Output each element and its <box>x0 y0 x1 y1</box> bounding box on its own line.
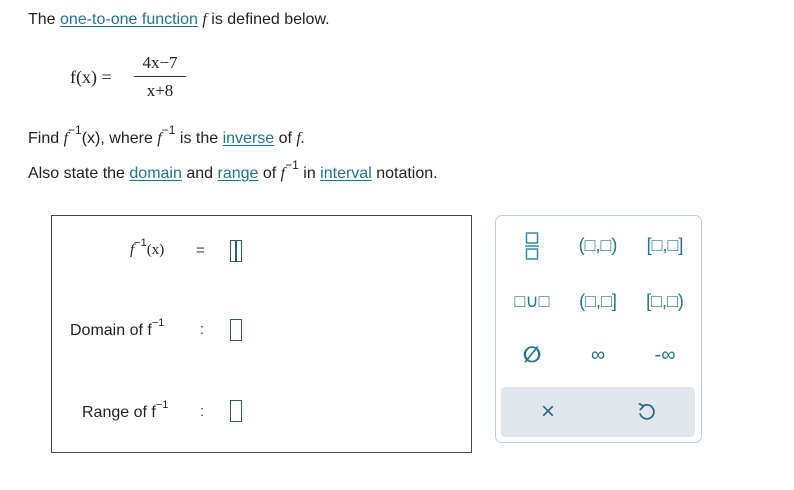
undo-icon <box>638 402 655 420</box>
also-line: Also state the domain and range of f−1 i… <box>28 158 438 184</box>
range-colon: : <box>200 403 205 420</box>
of2-text: of <box>262 165 277 182</box>
of2-sup: −1 <box>285 158 299 172</box>
union-button[interactable]: □∪□ <box>508 286 556 316</box>
interval-link[interactable]: interval <box>320 165 372 182</box>
range-link[interactable]: range <box>218 165 259 182</box>
domain-label-wrap: Domain of f−1 <box>70 317 164 342</box>
range-input[interactable] <box>230 400 242 422</box>
intro-rest: is defined below. <box>211 11 330 28</box>
intro-f: f <box>202 11 207 28</box>
range-label-wrap: Range of f−1 <box>82 399 168 424</box>
find-line: Find f−1(x), where f−1 is the inverse of… <box>28 123 305 149</box>
also-text: Also state the <box>28 165 125 182</box>
closed-open-interval-button[interactable]: [□,□) <box>640 286 690 316</box>
fraction-denominator: x+8 <box>146 81 174 100</box>
and-text: and <box>186 165 214 182</box>
find-text: Find <box>28 130 60 147</box>
domain-colon: : <box>200 321 205 338</box>
inverse-label-sup: −1 <box>134 237 147 249</box>
where-sup: −1 <box>161 123 176 137</box>
empty-set-button[interactable]: ∅ <box>512 340 552 370</box>
of-text: of <box>278 130 292 147</box>
find-sup: −1 <box>68 123 82 137</box>
clear-button[interactable]: × <box>530 397 566 427</box>
notation-text: notation. <box>376 165 438 182</box>
closed-closed-interval-button[interactable]: [□,□] <box>640 230 690 260</box>
range-label: Range of f <box>82 404 156 421</box>
domain-input[interactable] <box>230 319 242 341</box>
fraction-button[interactable] <box>512 228 552 262</box>
fx-label: f(x) = <box>70 67 112 87</box>
inverse-link[interactable]: inverse <box>223 130 275 147</box>
open-open-interval-button[interactable]: (□,□) <box>572 230 624 260</box>
domain-link[interactable]: domain <box>129 165 181 182</box>
intro-the: The <box>28 11 56 28</box>
find-arg: (x), where <box>81 130 153 147</box>
inverse-label-arg: (x) <box>146 242 165 258</box>
domain-sup: −1 <box>151 317 165 329</box>
of-f: f. <box>296 130 305 147</box>
neg-infinity-button[interactable]: -∞ <box>642 340 688 370</box>
fraction-numerator: 4x−7 <box>142 53 178 72</box>
in-text: in <box>303 165 316 182</box>
where-rest: is the <box>179 130 219 147</box>
undo-button[interactable] <box>628 397 664 427</box>
intro-line: The one-to-one function f is defined bel… <box>28 10 330 30</box>
infinity-button[interactable]: ∞ <box>578 340 618 370</box>
fraction-icon <box>525 232 539 260</box>
inverse-label: f−1(x) <box>130 237 165 261</box>
one-to-one-function-link[interactable]: one-to-one function <box>60 11 198 28</box>
domain-label: Domain of f <box>70 322 152 339</box>
fraction-bar <box>134 76 186 77</box>
open-closed-interval-button[interactable]: (□,□] <box>572 286 624 316</box>
range-sup: −1 <box>155 399 169 411</box>
text-cursor <box>235 240 237 262</box>
equals-sign: = <box>196 242 205 259</box>
